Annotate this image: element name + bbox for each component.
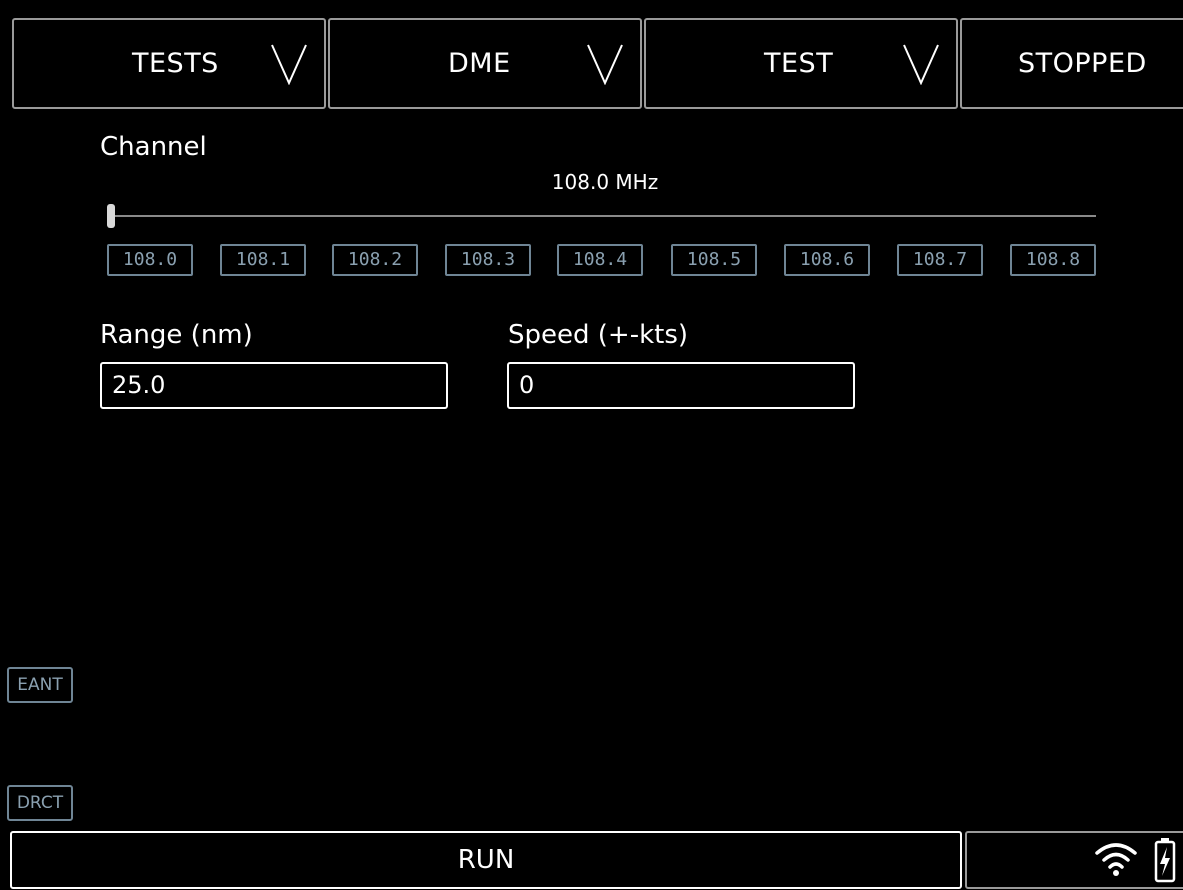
channel-preset-button[interactable]: 108.3 bbox=[445, 244, 531, 276]
chevron-down-icon bbox=[587, 44, 623, 85]
eant-button[interactable]: EANT bbox=[7, 667, 73, 703]
drct-button[interactable]: DRCT bbox=[7, 785, 73, 821]
channel-preset-button[interactable]: 108.7 bbox=[897, 244, 983, 276]
channel-preset-button[interactable]: 108.1 bbox=[220, 244, 306, 276]
channel-preset-button[interactable]: 108.6 bbox=[784, 244, 870, 276]
channel-slider-track[interactable] bbox=[110, 215, 1096, 217]
wifi-icon bbox=[1095, 843, 1137, 876]
run-status-button[interactable]: STOPPED bbox=[960, 18, 1183, 109]
channel-slider-thumb[interactable] bbox=[107, 204, 115, 228]
run-button-label: RUN bbox=[457, 845, 515, 875]
channel-frequency-readout: 108.0 MHz bbox=[551, 170, 659, 194]
battery-charging-icon bbox=[1154, 838, 1176, 883]
test-dropdown[interactable]: TEST bbox=[644, 18, 958, 109]
chevron-down-icon bbox=[271, 44, 307, 85]
channel-preset-button[interactable]: 108.4 bbox=[557, 244, 643, 276]
speed-input[interactable]: 0 bbox=[507, 362, 855, 409]
dme-dropdown-label: DME bbox=[448, 48, 511, 79]
range-label: Range (nm) bbox=[100, 320, 253, 350]
range-input[interactable]: 25.0 bbox=[100, 362, 448, 409]
tests-dropdown[interactable]: TESTS bbox=[12, 18, 326, 109]
channel-preset-button[interactable]: 108.5 bbox=[671, 244, 757, 276]
chevron-down-icon bbox=[903, 44, 939, 85]
speed-label: Speed (+-kts) bbox=[508, 320, 689, 350]
run-button[interactable]: RUN bbox=[10, 831, 962, 889]
tests-dropdown-label: TESTS bbox=[132, 48, 219, 79]
channel-preset-button[interactable]: 108.2 bbox=[332, 244, 418, 276]
status-area bbox=[965, 831, 1183, 889]
channel-label: Channel bbox=[100, 132, 207, 162]
test-dropdown-label: TEST bbox=[764, 48, 834, 79]
run-status-label: STOPPED bbox=[1018, 48, 1147, 79]
channel-preset-button[interactable]: 108.8 bbox=[1010, 244, 1096, 276]
dme-dropdown[interactable]: DME bbox=[328, 18, 642, 109]
channel-preset-button[interactable]: 108.0 bbox=[107, 244, 193, 276]
